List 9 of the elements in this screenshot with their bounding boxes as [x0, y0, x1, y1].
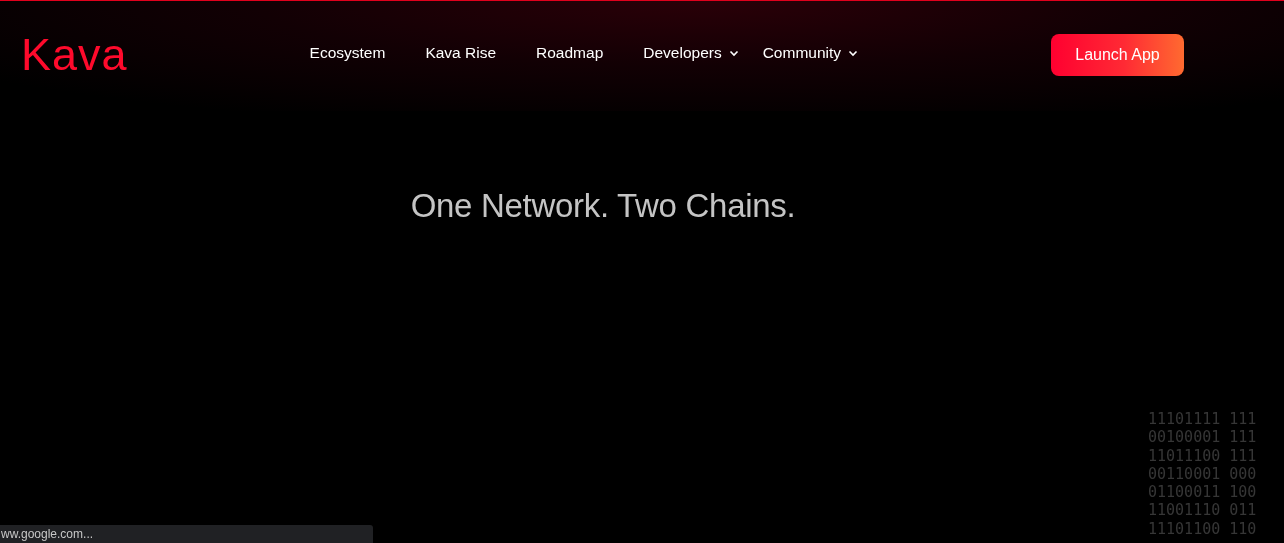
nav-link[interactable]: Roadmap: [536, 44, 604, 62]
kava-logo[interactable]: Kava: [21, 31, 128, 79]
nav-link[interactable]: Developers: [643, 44, 739, 62]
launch-app-button[interactable]: Launch App: [1051, 34, 1184, 76]
nav-link[interactable]: Kava Rise: [425, 44, 497, 62]
hero-headline: One Network. Two Chains.: [410, 187, 796, 225]
nav-link[interactable]: Community: [762, 44, 859, 62]
status-bar: ww.google.com...: [0, 525, 373, 543]
nav-link[interactable]: Ecosystem: [309, 44, 386, 62]
